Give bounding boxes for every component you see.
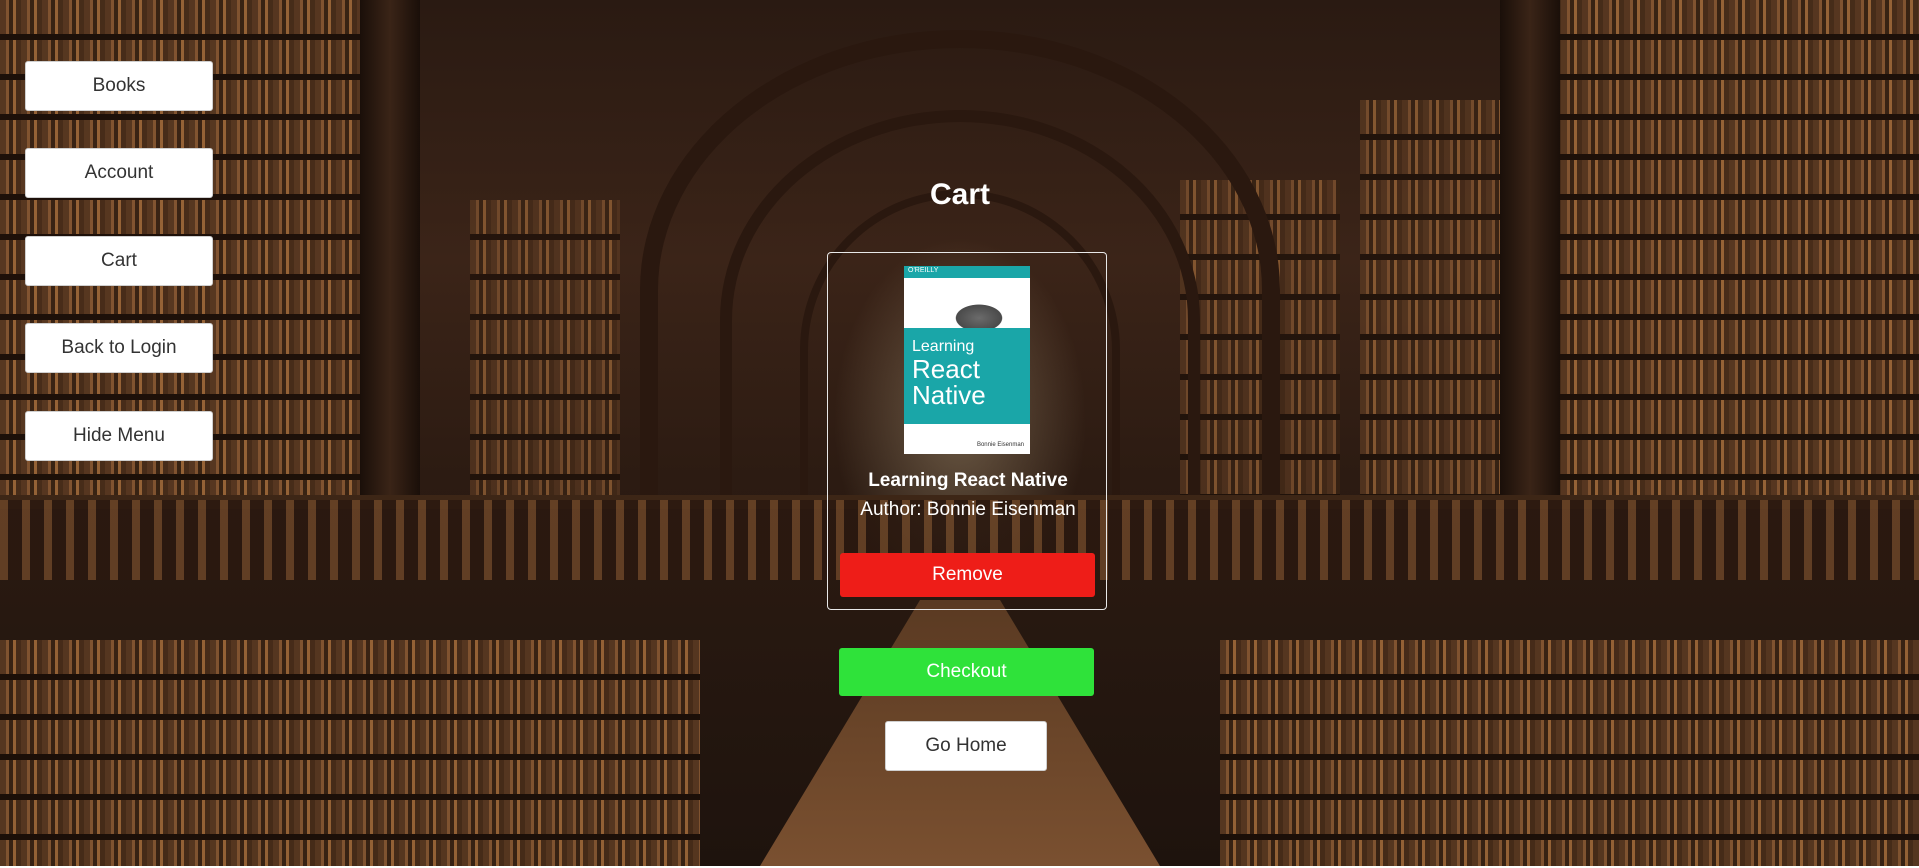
back-to-login-button[interactable]: Back to Login xyxy=(25,323,213,373)
hide-menu-button[interactable]: Hide Menu xyxy=(25,411,213,461)
bookshelf-lower-right xyxy=(1220,640,1919,866)
bookshelf-right xyxy=(1540,0,1919,500)
bookshelf-right-inner xyxy=(1360,100,1500,500)
book-title: Learning React Native xyxy=(868,470,1068,491)
cover-title-line: Native xyxy=(912,380,986,410)
pillar xyxy=(1500,0,1560,500)
book-cover-image: O'REILLY Learning React Native Bonnie Ei… xyxy=(904,266,1030,454)
cart-item: O'REILLY Learning React Native Bonnie Ei… xyxy=(827,252,1107,610)
account-button[interactable]: Account xyxy=(25,148,213,198)
bookshelf-lower-left xyxy=(0,640,700,866)
pillar xyxy=(360,0,420,500)
page-title: Cart xyxy=(929,178,990,211)
cart-button[interactable]: Cart xyxy=(25,236,213,286)
bookshelf-mid-left xyxy=(470,200,620,500)
cover-author: Bonnie Eisenman xyxy=(976,442,1024,448)
book-author: Author: Bonnie Eisenman xyxy=(860,499,1076,520)
checkout-button[interactable]: Checkout xyxy=(839,648,1094,696)
go-home-button[interactable]: Go Home xyxy=(885,721,1047,771)
cover-publisher: O'REILLY xyxy=(908,267,939,274)
cover-title-line: React xyxy=(912,354,980,384)
remove-button[interactable]: Remove xyxy=(840,553,1095,597)
books-button[interactable]: Books xyxy=(25,61,213,111)
